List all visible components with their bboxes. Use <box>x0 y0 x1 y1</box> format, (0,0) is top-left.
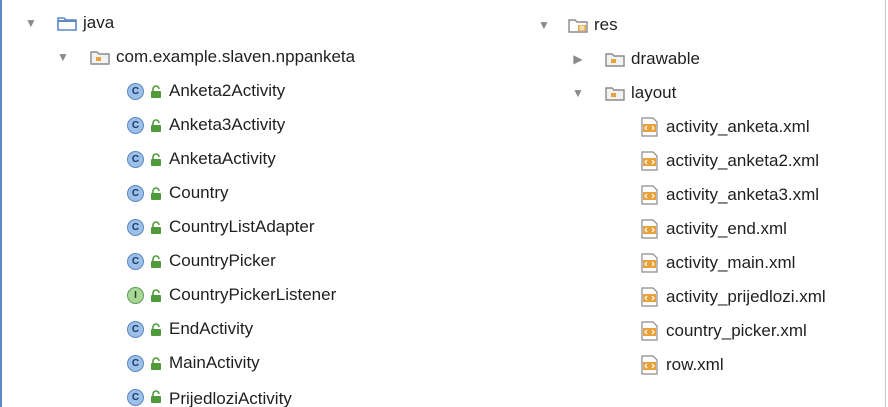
tree-node-xml-file[interactable]: activity_anketa.xml <box>641 110 810 144</box>
tree-node-xml-file[interactable]: activity_end.xml <box>641 212 787 246</box>
lock-icon <box>149 220 163 234</box>
tree-node-label: country_picker.xml <box>666 321 807 340</box>
tree-node-xml-file[interactable]: activity_main.xml <box>641 246 795 280</box>
tree-node-label: activity_prijedlozi.xml <box>666 287 826 306</box>
tree-node-label: CountryPicker <box>169 251 276 270</box>
tree-node-class[interactable]: C PrijedloziActivity <box>127 380 292 407</box>
tree-node-class[interactable]: C EndActivity <box>127 312 253 346</box>
folder-icon <box>605 51 625 67</box>
tree-node-interface[interactable]: I CountryPickerListener <box>127 278 336 312</box>
tree-node-label: res <box>594 15 618 34</box>
tree-node-label: AnketaActivity <box>169 149 276 168</box>
class-icon: C <box>127 184 144 202</box>
tree-node-label: java <box>83 13 115 32</box>
tree-node-label: drawable <box>631 49 700 68</box>
xml-file-icon <box>641 219 658 239</box>
tree-node-xml-file[interactable]: activity_anketa3.xml <box>641 178 819 212</box>
tree-node-folder-layout[interactable]: ▼ layout <box>572 76 676 110</box>
tree-node-label: activity_anketa3.xml <box>666 185 820 204</box>
tree-node-java[interactable]: ▼ java <box>25 6 114 40</box>
collapse-arrow-icon[interactable]: ▶ <box>572 52 584 66</box>
lock-icon <box>149 118 163 132</box>
tree-frame-left-border <box>0 0 2 407</box>
xml-file-icon <box>641 253 658 273</box>
tree-node-label: activity_anketa2.xml <box>666 151 820 170</box>
class-icon: C <box>127 82 144 100</box>
lock-icon <box>149 186 163 200</box>
expand-arrow-icon[interactable]: ▼ <box>538 18 550 32</box>
lock-icon <box>149 389 163 403</box>
tree-node-xml-file[interactable]: row.xml <box>641 348 724 382</box>
class-icon: C <box>127 354 144 372</box>
tree-node-label: activity_anketa.xml <box>666 117 810 136</box>
tree-node-label: CountryPickerListener <box>169 285 337 304</box>
tree-node-folder-drawable[interactable]: ▶ drawable <box>572 42 700 76</box>
tree-node-class[interactable]: C AnketaActivity <box>127 142 276 176</box>
lock-icon <box>149 322 163 336</box>
class-icon: C <box>127 116 144 134</box>
tree-node-class[interactable]: C Anketa2Activity <box>127 74 285 108</box>
class-icon: C <box>127 320 144 338</box>
tree-node-label: layout <box>631 83 677 102</box>
tree-node-class[interactable]: C MainActivity <box>127 346 260 380</box>
interface-icon: I <box>127 286 144 304</box>
xml-file-icon <box>641 185 658 205</box>
tree-node-class[interactable]: C CountryListAdapter <box>127 210 315 244</box>
tree-node-label: Anketa3Activity <box>169 115 286 134</box>
tree-node-label: row.xml <box>666 355 724 374</box>
package-folder-icon <box>90 49 110 65</box>
tree-node-label: CountryListAdapter <box>169 217 315 236</box>
tree-node-label: EndActivity <box>169 319 254 338</box>
tree-node-label: com.example.slaven.nppanketa <box>116 47 356 66</box>
tree-node-package[interactable]: ▼ com.example.slaven.nppanketa <box>57 40 355 74</box>
lock-icon <box>149 356 163 370</box>
tree-node-label: PrijedloziActivity <box>169 389 292 407</box>
lock-icon <box>149 288 163 302</box>
tree-node-xml-file[interactable]: activity_prijedlozi.xml <box>641 280 826 314</box>
tree-node-label: activity_main.xml <box>666 253 796 272</box>
tree-node-label: activity_end.xml <box>666 219 787 238</box>
source-folder-icon <box>57 15 77 31</box>
expand-arrow-icon[interactable]: ▼ <box>572 86 584 100</box>
class-icon: C <box>127 218 144 236</box>
tree-frame-right-border <box>885 0 886 407</box>
resources-folder-icon <box>568 17 588 33</box>
tree-node-res[interactable]: ▼ res <box>538 8 618 42</box>
lock-icon <box>149 254 163 268</box>
tree-node-xml-file[interactable]: country_picker.xml <box>641 314 807 348</box>
xml-file-icon <box>641 151 658 171</box>
tree-node-label: Anketa2Activity <box>169 81 286 100</box>
tree-node-class[interactable]: C CountryPicker <box>127 244 276 278</box>
tree-node-label: MainActivity <box>169 353 260 372</box>
expand-arrow-icon[interactable]: ▼ <box>25 16 37 30</box>
expand-arrow-icon[interactable]: ▼ <box>57 50 69 64</box>
tree-node-class[interactable]: C Country <box>127 176 229 210</box>
xml-file-icon <box>641 321 658 341</box>
class-icon: C <box>127 252 144 270</box>
class-icon: C <box>127 150 144 168</box>
lock-icon <box>149 84 163 98</box>
lock-icon <box>149 152 163 166</box>
tree-node-xml-file[interactable]: activity_anketa2.xml <box>641 144 819 178</box>
tree-node-class[interactable]: C Anketa3Activity <box>127 108 285 142</box>
xml-file-icon <box>641 287 658 307</box>
class-icon: C <box>127 389 144 406</box>
xml-file-icon <box>641 355 658 375</box>
folder-icon <box>605 85 625 101</box>
xml-file-icon <box>641 117 658 137</box>
tree-node-label: Country <box>169 183 229 202</box>
